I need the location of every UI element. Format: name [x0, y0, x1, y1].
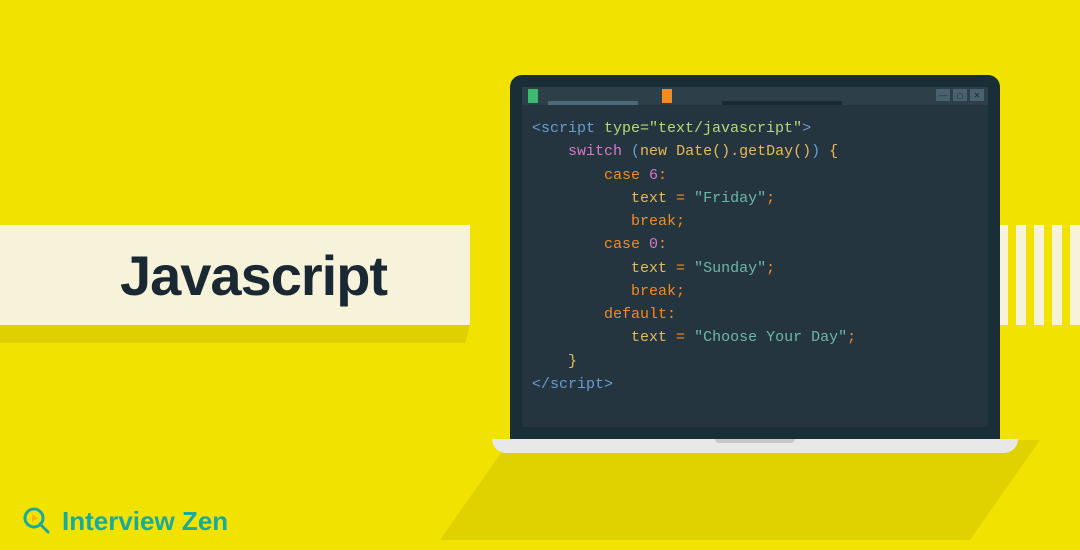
- title-band: Javascript: [0, 225, 470, 325]
- tab-spacer: [722, 101, 842, 105]
- editor-topbar: — ◻ ✕: [522, 87, 988, 105]
- code-content: <script type="text/javascript"> switch (…: [522, 105, 988, 408]
- maximize-button[interactable]: ◻: [953, 89, 967, 101]
- tab-active-indicator: [528, 89, 538, 103]
- page-title: Javascript: [120, 243, 387, 308]
- close-button[interactable]: ✕: [970, 89, 984, 101]
- laptop-base: [492, 439, 1018, 453]
- tab-marker-icon: [662, 89, 672, 103]
- brand-logo: Interview Zen: [20, 504, 228, 538]
- magnifier-arrow-icon: [20, 504, 54, 538]
- title-band-shadow: [0, 325, 470, 343]
- code-editor-window: — ◻ ✕ <script type="text/javascript"> sw…: [522, 87, 988, 427]
- tab-underline: [548, 101, 638, 105]
- laptop-bezel: — ◻ ✕ <script type="text/javascript"> sw…: [510, 75, 1000, 439]
- brand-name: Interview Zen: [62, 506, 228, 537]
- minimize-button[interactable]: —: [936, 89, 950, 101]
- laptop-illustration: — ◻ ✕ <script type="text/javascript"> sw…: [510, 75, 1000, 453]
- window-controls: — ◻ ✕: [936, 89, 984, 101]
- laptop-shadow: [440, 440, 1040, 540]
